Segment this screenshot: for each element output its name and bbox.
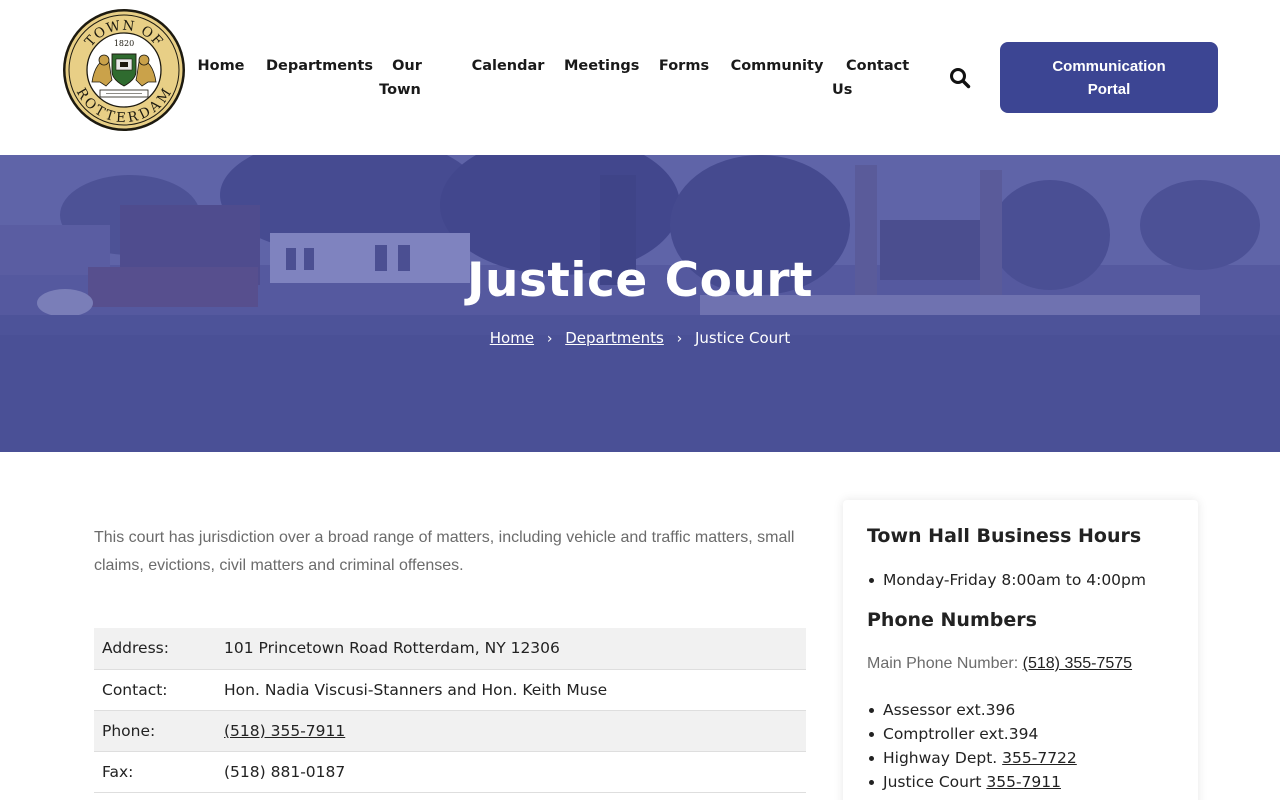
portal-button-label: Communication Portal xyxy=(1052,57,1166,98)
breadcrumb-current: Justice Court xyxy=(694,329,791,347)
nav-label: Forms xyxy=(658,58,710,74)
extension-name: Assessor ext.396 xyxy=(883,701,1016,719)
list-item: Comptroller ext.394 xyxy=(869,722,1077,746)
address-value: 101 Princetown Road Rotterdam, NY 12306 xyxy=(216,628,806,670)
nav-meetings[interactable]: Meetings xyxy=(564,54,640,78)
chevron-right-icon: › xyxy=(546,331,553,347)
sidebar-card: Town Hall Business Hours Monday-Friday 8… xyxy=(843,500,1198,800)
main-phone: Main Phone Number: (518) 355-7575 xyxy=(867,655,1132,673)
communication-portal-button[interactable]: Communication Portal xyxy=(1000,42,1218,113)
extension-name: Justice Court xyxy=(883,773,982,791)
nav-label: Community xyxy=(730,58,824,74)
nav-label: Home xyxy=(197,58,245,74)
hours-list: Monday-Friday 8:00am to 4:00pm xyxy=(869,568,1146,592)
department-info-table: Address: 101 Princetown Road Rotterdam, … xyxy=(94,628,806,793)
breadcrumb: Home › Departments › Justice Court xyxy=(0,329,1280,347)
list-item: Assessor ext.396 xyxy=(869,698,1077,722)
contact-value: Hon. Nadia Viscusi-Stanners and Hon. Kei… xyxy=(216,669,806,711)
table-row: Fax: (518) 881-0187 xyxy=(94,751,806,793)
chevron-right-icon: › xyxy=(676,331,683,347)
nav-label: Town xyxy=(379,82,421,98)
list-item: Highway Dept. 355-7722 xyxy=(869,746,1077,770)
row-label: Fax: xyxy=(94,751,216,793)
justice-court-phone-link[interactable]: 355-7911 xyxy=(986,773,1061,791)
breadcrumb-departments-link[interactable]: Departments xyxy=(565,329,664,347)
phone-cell: (518) 355-7911 xyxy=(216,710,806,752)
table-row: Contact: Hon. Nadia Viscusi-Stanners and… xyxy=(94,669,806,711)
nav-community[interactable]: Community xyxy=(730,54,824,78)
nav-label: Us xyxy=(832,82,853,98)
main-phone-link[interactable]: (518) 355-7575 xyxy=(1023,655,1132,672)
table-row: Phone: (518) 355-7911 xyxy=(94,710,806,752)
nav-departments[interactable]: Departments xyxy=(266,54,373,78)
logo-year: 1820 xyxy=(114,39,134,48)
nav-label: Calendar xyxy=(471,58,545,74)
nav-contact-us[interactable]: Contact Us xyxy=(832,54,910,102)
highway-phone-link[interactable]: 355-7722 xyxy=(1002,749,1077,767)
department-intro: This court has jurisdiction over a broad… xyxy=(94,529,795,574)
list-item: Justice Court 355-7911 xyxy=(869,770,1077,794)
nav-forms[interactable]: Forms xyxy=(656,54,712,78)
nav-calendar[interactable]: Calendar xyxy=(470,54,546,78)
phone-link[interactable]: (518) 355-7911 xyxy=(224,722,345,740)
nav-our-town[interactable]: Our Town xyxy=(372,54,428,102)
table-row: Address: 101 Princetown Road Rotterdam, … xyxy=(94,628,806,670)
hours-heading: Town Hall Business Hours xyxy=(867,525,1142,547)
town-seal-logo[interactable]: TOWN OF ROTTERDAM 1820 xyxy=(62,8,186,132)
search-icon[interactable] xyxy=(948,66,972,90)
page-hero: Justice Court Home › Departments › Justi… xyxy=(0,155,1280,452)
site-header: TOWN OF ROTTERDAM 1820 Home Departments … xyxy=(0,0,1280,155)
extension-name: Comptroller ext.394 xyxy=(883,725,1039,743)
nav-label: Contact xyxy=(846,58,910,74)
nav-label: Meetings xyxy=(564,58,640,74)
phone-heading: Phone Numbers xyxy=(867,609,1037,631)
breadcrumb-home-link[interactable]: Home xyxy=(490,329,534,347)
row-label: Phone: xyxy=(94,710,216,752)
list-item: Monday-Friday 8:00am to 4:00pm xyxy=(869,568,1146,592)
extension-list: Assessor ext.396 Comptroller ext.394 Hig… xyxy=(869,698,1077,794)
extension-name: Highway Dept. xyxy=(883,749,998,767)
main-phone-label: Main Phone Number: xyxy=(867,655,1019,672)
nav-label: Departments xyxy=(266,58,373,74)
fax-value: (518) 881-0187 xyxy=(216,751,806,793)
nav-label: Our xyxy=(392,58,422,74)
row-label: Address: xyxy=(94,628,216,670)
page-title: Justice Court xyxy=(467,253,813,308)
nav-home[interactable]: Home xyxy=(196,54,246,78)
row-label: Contact: xyxy=(94,669,216,711)
